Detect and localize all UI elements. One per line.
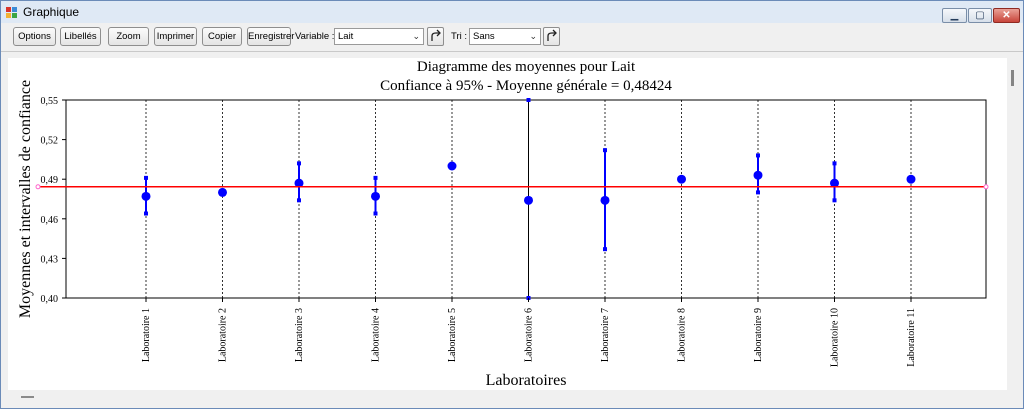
zoom-button[interactable]: Zoom bbox=[108, 27, 149, 46]
ci-lower-marker bbox=[603, 247, 607, 252]
grip-icon bbox=[21, 396, 34, 398]
mean-point bbox=[600, 195, 610, 205]
ci-lower-marker bbox=[756, 190, 760, 195]
ci-upper-marker bbox=[603, 148, 607, 153]
refresh-arrow-icon bbox=[547, 29, 557, 41]
mean-point bbox=[218, 187, 227, 197]
options-button[interactable]: Options bbox=[13, 27, 56, 46]
sort-select[interactable]: Sans ⌄ bbox=[469, 28, 541, 45]
sort-select-value: Sans bbox=[473, 31, 495, 42]
minimize-icon: ▁ bbox=[950, 10, 959, 21]
chevron-down-icon: ⌄ bbox=[529, 31, 537, 41]
toolbar: Options Libellés Zoom Imprimer Copier En… bbox=[1, 23, 1023, 52]
x-tick-label: Laboratoire 6 bbox=[524, 308, 535, 362]
ci-lower-marker bbox=[144, 211, 148, 216]
scroll-thumb[interactable] bbox=[1011, 70, 1014, 86]
chart-icon bbox=[6, 7, 18, 19]
ci-upper-marker bbox=[297, 161, 301, 166]
y-tick-label: 0,49 bbox=[41, 175, 59, 186]
x-tick-label: Laboratoire 3 bbox=[294, 308, 305, 362]
y-tick-label: 0,52 bbox=[41, 136, 59, 147]
ci-upper-marker bbox=[526, 98, 531, 102]
x-tick-label: Laboratoire 2 bbox=[218, 308, 229, 362]
variable-refresh-button[interactable] bbox=[427, 27, 444, 46]
ci-lower-marker bbox=[373, 211, 378, 216]
mean-point bbox=[753, 170, 763, 180]
means-chart: Diagramme des moyennes pour Lait Confianc… bbox=[17, 59, 989, 389]
x-axis-label: Laboratoires bbox=[486, 372, 567, 389]
close-icon: ✕ bbox=[1002, 10, 1011, 21]
variable-select[interactable]: Lait ⌄ bbox=[334, 28, 424, 45]
copier-button[interactable]: Copier bbox=[202, 27, 242, 46]
chevron-down-icon: ⌄ bbox=[412, 31, 420, 41]
x-tick-label: Laboratoire 7 bbox=[600, 308, 611, 362]
ci-lower-marker bbox=[297, 198, 301, 203]
y-tick-label: 0,55 bbox=[41, 96, 59, 107]
variable-select-value: Lait bbox=[338, 31, 354, 42]
x-tick-label: Laboratoire 4 bbox=[371, 308, 382, 362]
sort-refresh-button[interactable] bbox=[543, 27, 560, 46]
maximize-icon: ▢ bbox=[975, 10, 985, 21]
sort-label: Tri : bbox=[451, 31, 468, 42]
y-tick-label: 0,46 bbox=[41, 215, 59, 226]
mean-point bbox=[677, 174, 686, 184]
x-tick-label: Laboratoire 11 bbox=[906, 308, 917, 367]
variable-label: Variable : bbox=[295, 31, 335, 42]
y-axis-label: Moyennes et intervalles de confiance bbox=[17, 80, 34, 318]
chart-subtitle: Confiance à 95% - Moyenne générale = 0,4… bbox=[380, 78, 672, 94]
ci-upper-marker bbox=[144, 175, 148, 180]
window-title: Graphique bbox=[23, 5, 80, 19]
ci-upper-marker bbox=[832, 161, 837, 166]
chart-area: Diagramme des moyennes pour Lait Confianc… bbox=[8, 58, 1016, 390]
mean-point bbox=[141, 191, 151, 201]
close-button[interactable]: ✕ bbox=[993, 8, 1020, 23]
enregistrer-button[interactable]: Enregistrer bbox=[247, 27, 294, 46]
refresh-arrow-icon bbox=[431, 29, 441, 41]
status-bar bbox=[1, 391, 1023, 408]
mean-line-start-marker bbox=[35, 184, 41, 190]
ci-lower-marker bbox=[832, 198, 837, 203]
y-tick-label: 0,40 bbox=[41, 294, 59, 305]
y-tick-label: 0,43 bbox=[41, 254, 59, 265]
libelles-button[interactable]: Libellés bbox=[60, 27, 101, 46]
x-tick-label: Laboratoire 1 bbox=[141, 308, 152, 362]
mean-point bbox=[447, 161, 457, 171]
minimize-button[interactable]: ▁ bbox=[942, 8, 967, 23]
x-tick-label: Laboratoire 9 bbox=[753, 308, 764, 362]
ci-upper-marker bbox=[756, 153, 760, 158]
chart-title: Diagramme des moyennes pour Lait bbox=[417, 59, 636, 75]
title-bar: Graphique ▁ ▢ ✕ bbox=[1, 1, 1023, 23]
graphique-window: Graphique ▁ ▢ ✕ Options Libellés Zoom Im… bbox=[0, 0, 1024, 409]
mean-point bbox=[524, 195, 533, 205]
mean-line-end-marker bbox=[983, 184, 989, 190]
vertical-scrollbar[interactable] bbox=[1007, 58, 1021, 390]
x-tick-label: Laboratoire 5 bbox=[447, 308, 458, 362]
imprimer-button[interactable]: Imprimer bbox=[154, 27, 197, 46]
maximize-button[interactable]: ▢ bbox=[968, 8, 992, 23]
x-tick-label: Laboratoire 8 bbox=[677, 308, 688, 362]
x-tick-label: Laboratoire 10 bbox=[830, 308, 841, 367]
mean-point bbox=[906, 174, 916, 184]
ci-upper-marker bbox=[373, 175, 378, 180]
mean-point bbox=[371, 191, 380, 201]
